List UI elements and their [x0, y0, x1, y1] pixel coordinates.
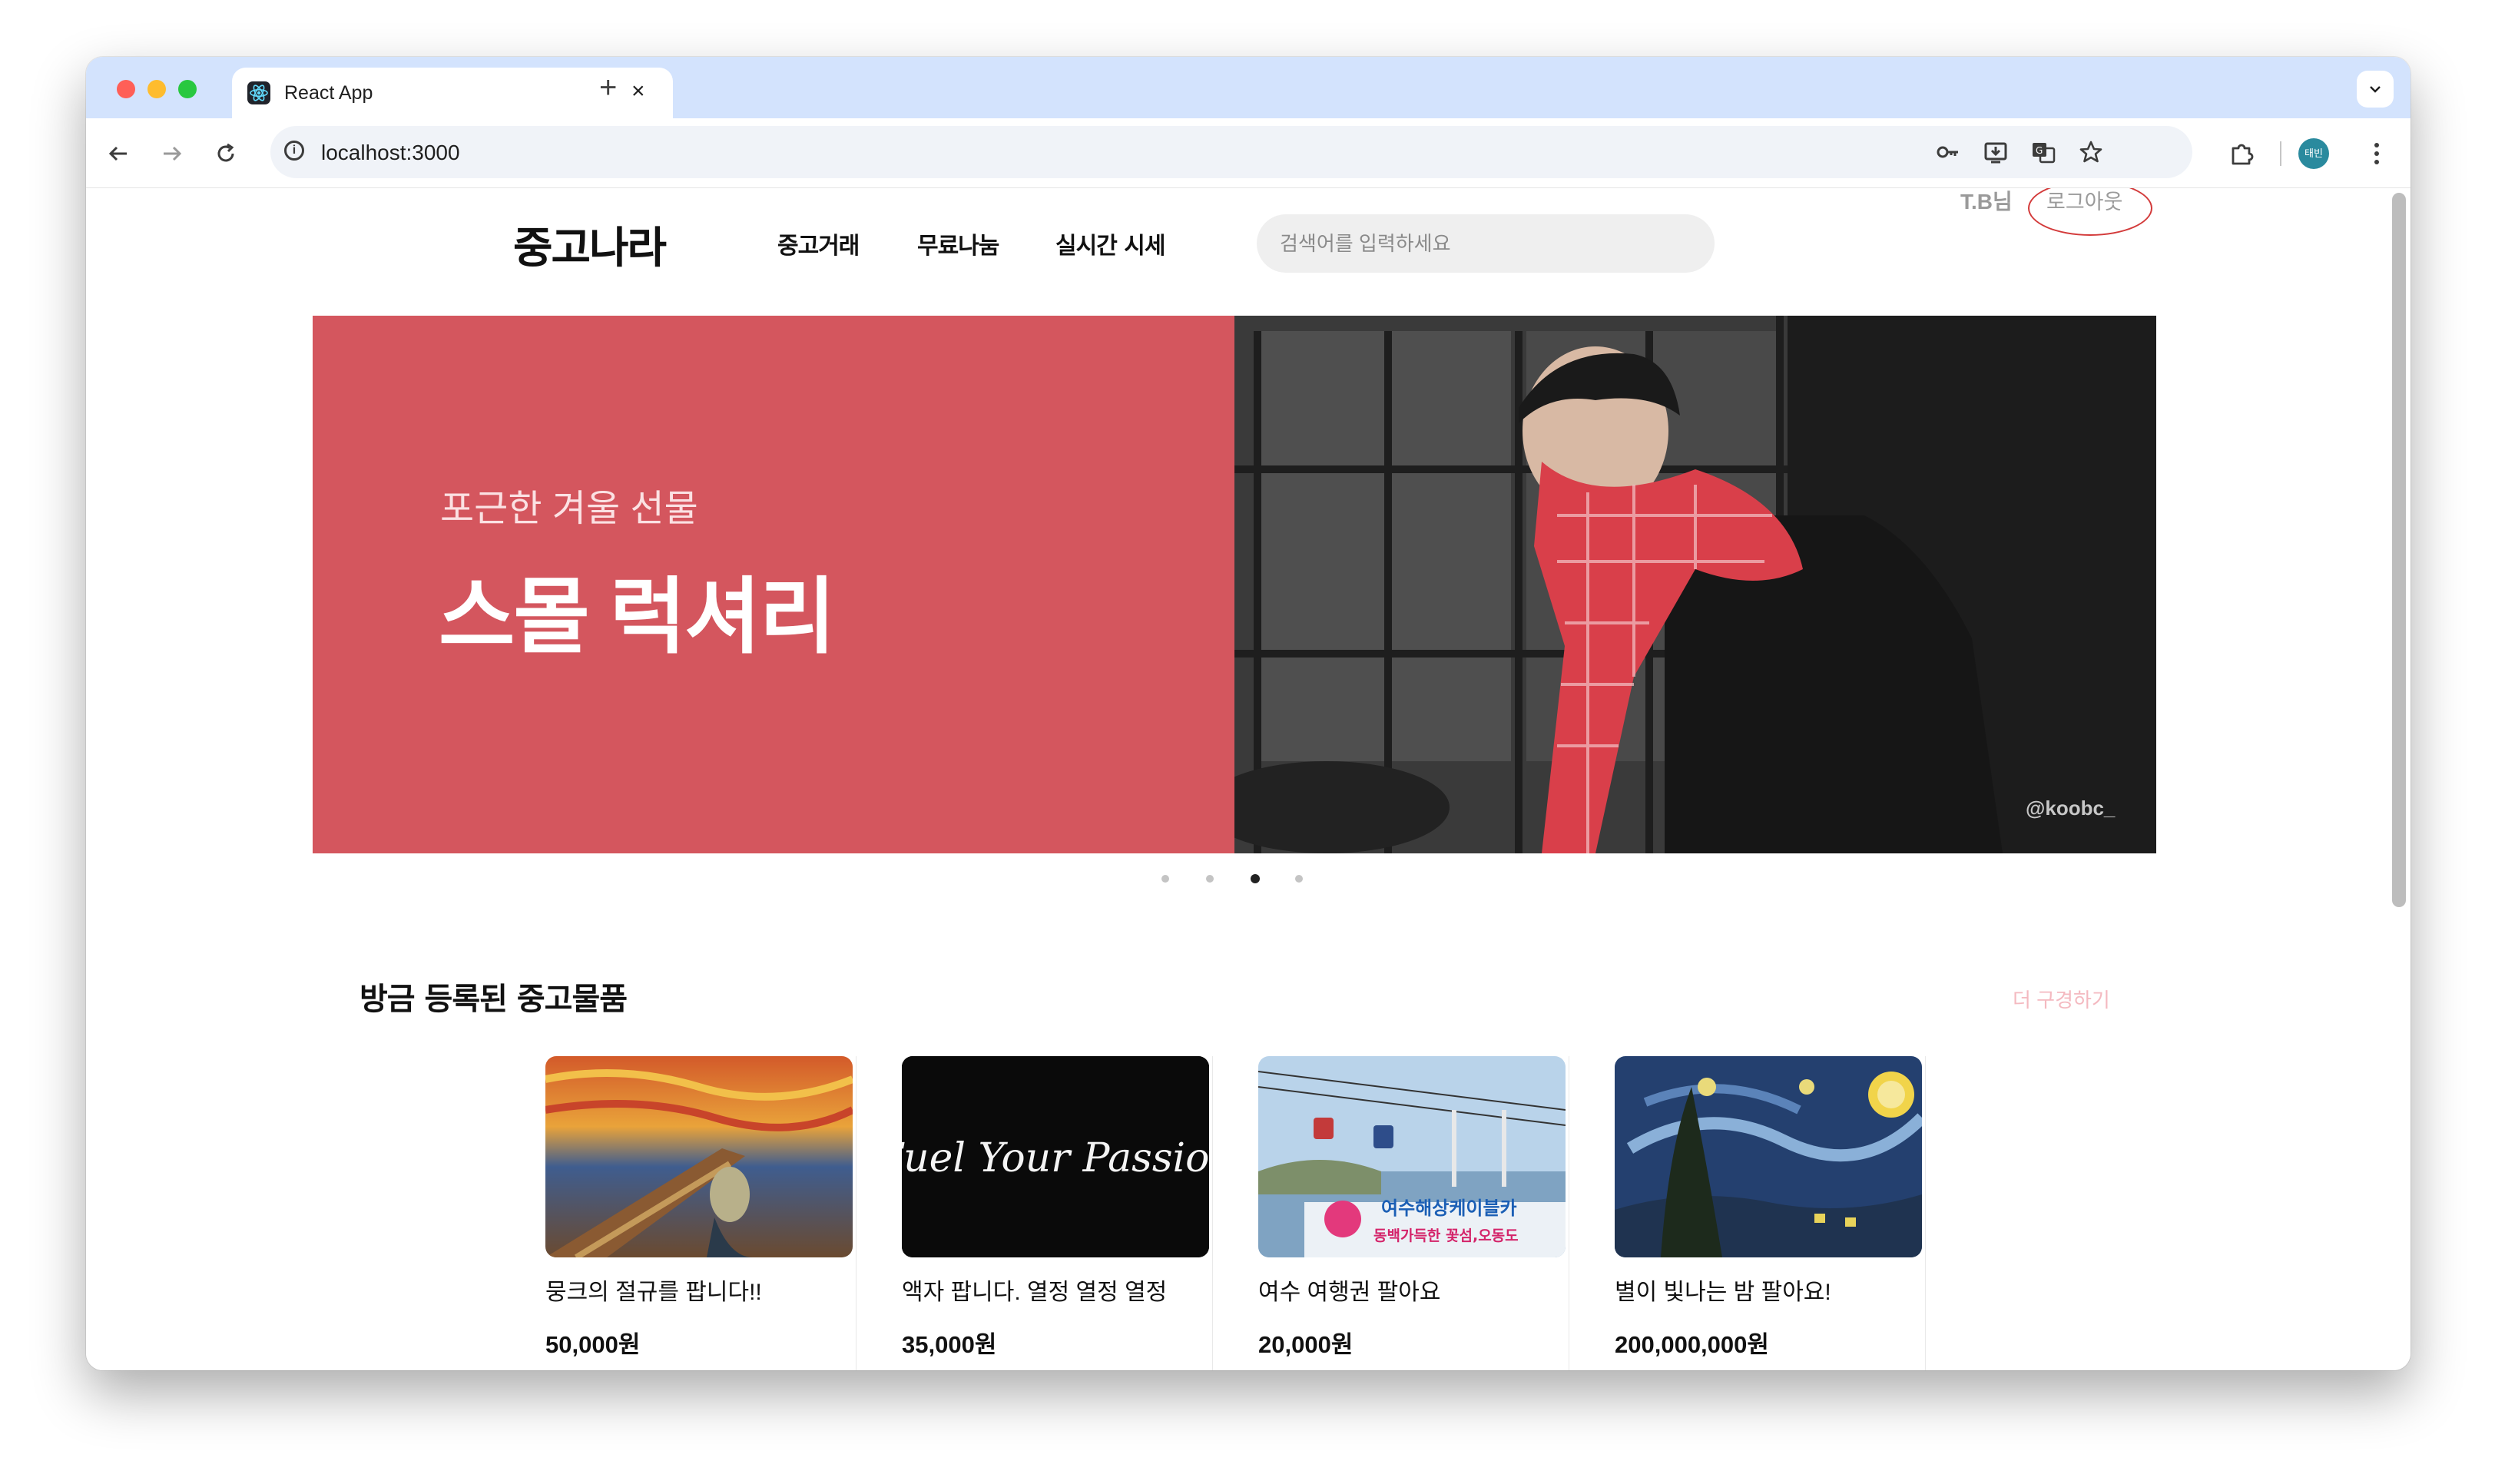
address-bar[interactable]: i localhost:3000 G: [270, 126, 2192, 178]
extensions-puzzle-icon[interactable]: [2225, 137, 2258, 171]
logout-button[interactable]: 로그아웃: [2046, 188, 2122, 216]
neon-sign-text: Fuel Your Passion: [902, 1135, 1209, 1181]
product-price: 50,000원: [545, 1331, 641, 1358]
browser-menu-icon[interactable]: [2360, 137, 2394, 171]
new-tab-button[interactable]: +: [599, 72, 617, 103]
product-title: 별이 빛나는 밤 팔아요!: [1615, 1280, 1831, 1305]
yeosu-cable-car-image: 여수해상케이블카 동백가득한 꽃섬,오동도: [1258, 1056, 1566, 1257]
section-title: 방금 등록된 중고물품: [360, 982, 628, 1017]
product-price: 20,000원: [1258, 1331, 1354, 1358]
nav-used-trade[interactable]: 중고거래: [777, 231, 860, 262]
maximize-window-button[interactable]: [178, 80, 197, 98]
more-link[interactable]: 더 구경하기: [2013, 987, 2110, 1013]
product-price: 200,000,000원: [1615, 1331, 1769, 1358]
banner-title: 스몰 럭셔리: [439, 570, 836, 663]
starry-night-painting-image: [1615, 1056, 1922, 1257]
translate-icon[interactable]: G: [2028, 137, 2059, 167]
search-input[interactable]: [1257, 214, 1715, 273]
back-arrow-icon[interactable]: [101, 137, 135, 171]
page-scrollbar[interactable]: [2392, 193, 2406, 907]
cable-car-title-text: 여수해상케이블카: [1381, 1197, 1517, 1219]
product-title: 액자 팝니다. 열정 열정 열정: [902, 1280, 1168, 1305]
product-title: 뭉크의 절규를 팝니다!!: [545, 1280, 762, 1305]
tab-strip: React App × +: [86, 57, 2411, 118]
the-scream-painting-image: [545, 1056, 853, 1257]
toolbar-divider: [2280, 141, 2281, 166]
nav-realtime-price[interactable]: 실시간 시세: [1055, 231, 1165, 262]
password-key-icon[interactable]: [1933, 137, 1963, 167]
reload-icon[interactable]: [209, 137, 243, 171]
url-text[interactable]: localhost:3000: [321, 140, 460, 166]
nav-free-share[interactable]: 무료나눔: [917, 231, 999, 262]
minimize-window-button[interactable]: [147, 80, 166, 98]
product-card[interactable]: 여수해상케이블카 동백가득한 꽃섬,오동도 여수 여행권 팔아요 20,000원: [1258, 1056, 1569, 1370]
fuel-your-passion-neon-image: Fuel Your Passion: [902, 1056, 1209, 1257]
product-card[interactable]: 뭉크의 절규를 팝니다!! 50,000원: [545, 1056, 857, 1370]
tab-search-chevron-icon[interactable]: [2357, 71, 2394, 108]
profile-avatar[interactable]: 태빈: [2298, 138, 2329, 169]
product-title: 여수 여행권 팔아요: [1258, 1280, 1441, 1305]
cable-car-sub-text: 동백가득한 꽃섬,오동도: [1373, 1227, 1519, 1244]
product-price: 35,000원: [902, 1331, 997, 1358]
close-window-button[interactable]: [117, 80, 135, 98]
svg-text:G: G: [2036, 145, 2043, 156]
react-favicon-icon: [247, 81, 270, 104]
photo-credit: @koobc_: [2026, 797, 2116, 820]
banner-photo: @koobc_: [1204, 316, 2156, 853]
banner-text-panel: 포근한 겨울 선물 스몰 럭셔리: [313, 316, 1234, 853]
product-card[interactable]: Fuel Your Passion 액자 팝니다. 열정 열정 열정 35,00…: [902, 1056, 1213, 1370]
product-card[interactable]: 별이 빛나는 밤 팔아요! 200,000,000원: [1615, 1056, 1926, 1370]
site-logo[interactable]: 중고나라: [513, 222, 667, 276]
tab-title: React App: [284, 82, 373, 104]
tab-close-icon[interactable]: ×: [631, 78, 645, 104]
browser-window: React App × + i localhost:3000 G 태빈 중고나라…: [86, 57, 2411, 1370]
hero-banner[interactable]: 포근한 겨울 선물 스몰 럭셔리 @koobc_: [313, 316, 2156, 853]
forward-arrow-icon[interactable]: [155, 137, 189, 171]
carousel-dot-4[interactable]: [1295, 875, 1303, 883]
install-app-icon[interactable]: [1980, 137, 2011, 167]
carousel-dot-3-active[interactable]: [1251, 874, 1260, 883]
page-content: 중고나라 중고거래 무료나눔 실시간 시세 T.B님 로그아웃 포근한 겨울 선…: [86, 188, 2411, 1370]
bookmark-star-icon[interactable]: [2076, 137, 2106, 167]
site-info-icon[interactable]: i: [284, 141, 304, 161]
browser-toolbar: i localhost:3000 G 태빈: [86, 118, 2411, 188]
carousel-dot-2[interactable]: [1206, 875, 1214, 883]
user-greeting: T.B님: [1960, 190, 2013, 214]
carousel-dot-1[interactable]: [1161, 875, 1169, 883]
banner-subtitle: 포근한 겨울 선물: [440, 489, 698, 529]
